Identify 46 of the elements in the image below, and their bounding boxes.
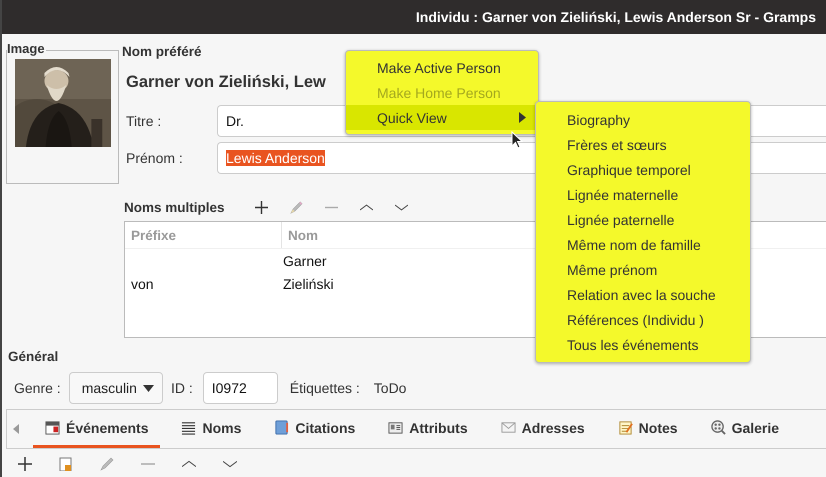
id-field[interactable]: I0972 <box>202 372 278 404</box>
table-cell: Zieliński <box>283 276 334 292</box>
tab[interactable]: Galerie <box>698 410 792 448</box>
field-label: Prénom : <box>125 150 184 166</box>
add-icon[interactable] <box>254 200 268 214</box>
menu-item[interactable]: Même prénom <box>536 257 750 282</box>
envelope-icon <box>500 420 516 435</box>
table-cell: von <box>131 276 154 292</box>
caret-icon <box>142 384 154 392</box>
window-title: Individu : Garner von Zieliński, Lewis Anderson Sr - Gramps <box>416 9 816 25</box>
menu-item[interactable]: Tous les événements <box>536 332 750 357</box>
field-label: Genre : <box>14 380 61 396</box>
menu-item[interactable]: Biography <box>536 107 750 132</box>
book-icon <box>274 420 290 435</box>
tab[interactable]: Adresses <box>488 410 597 448</box>
section-heading: Nom préféré <box>122 44 203 59</box>
tag-value: ToDo <box>374 380 406 396</box>
menu-item[interactable]: Lignée paternelle <box>536 207 750 232</box>
tab[interactable]: Noms <box>169 410 254 448</box>
calendar-icon <box>45 420 60 435</box>
gender-dropdown[interactable]: masculin <box>68 372 163 404</box>
field-label: ID : <box>170 380 193 396</box>
menu-item[interactable]: Make Active Person <box>346 55 538 80</box>
tab[interactable]: Notes <box>606 410 690 448</box>
notepad-icon <box>618 420 633 435</box>
add-icon[interactable] <box>18 457 32 471</box>
menu-item[interactable]: Références (Individu ) <box>536 307 750 332</box>
person-name: Garner von Zieliński, Lew <box>126 73 327 92</box>
tab[interactable]: Citations <box>262 410 368 448</box>
section-heading: Général <box>8 349 60 364</box>
field-label: Titre : <box>125 113 162 129</box>
menu-item[interactable]: Même nom de famille <box>536 232 750 257</box>
tab[interactable]: Événements <box>33 410 160 448</box>
magnifier-icon <box>710 420 726 435</box>
id-card-icon <box>388 420 404 435</box>
menu-item[interactable]: Relation avec la souche <box>536 282 750 307</box>
menu-item[interactable]: Quick View <box>346 105 538 130</box>
table-cell: Garner <box>283 252 327 268</box>
tab[interactable]: Attributs <box>376 410 480 448</box>
scroll-left-icon[interactable] <box>13 424 19 434</box>
section-heading: Noms multiples <box>124 200 225 214</box>
image-label: Image <box>7 41 46 56</box>
field-label: Étiquettes : <box>290 380 360 396</box>
list-icon <box>181 420 196 435</box>
menu-item[interactable]: Lignée maternelle <box>536 182 750 207</box>
pencil-icon[interactable] <box>100 457 114 471</box>
